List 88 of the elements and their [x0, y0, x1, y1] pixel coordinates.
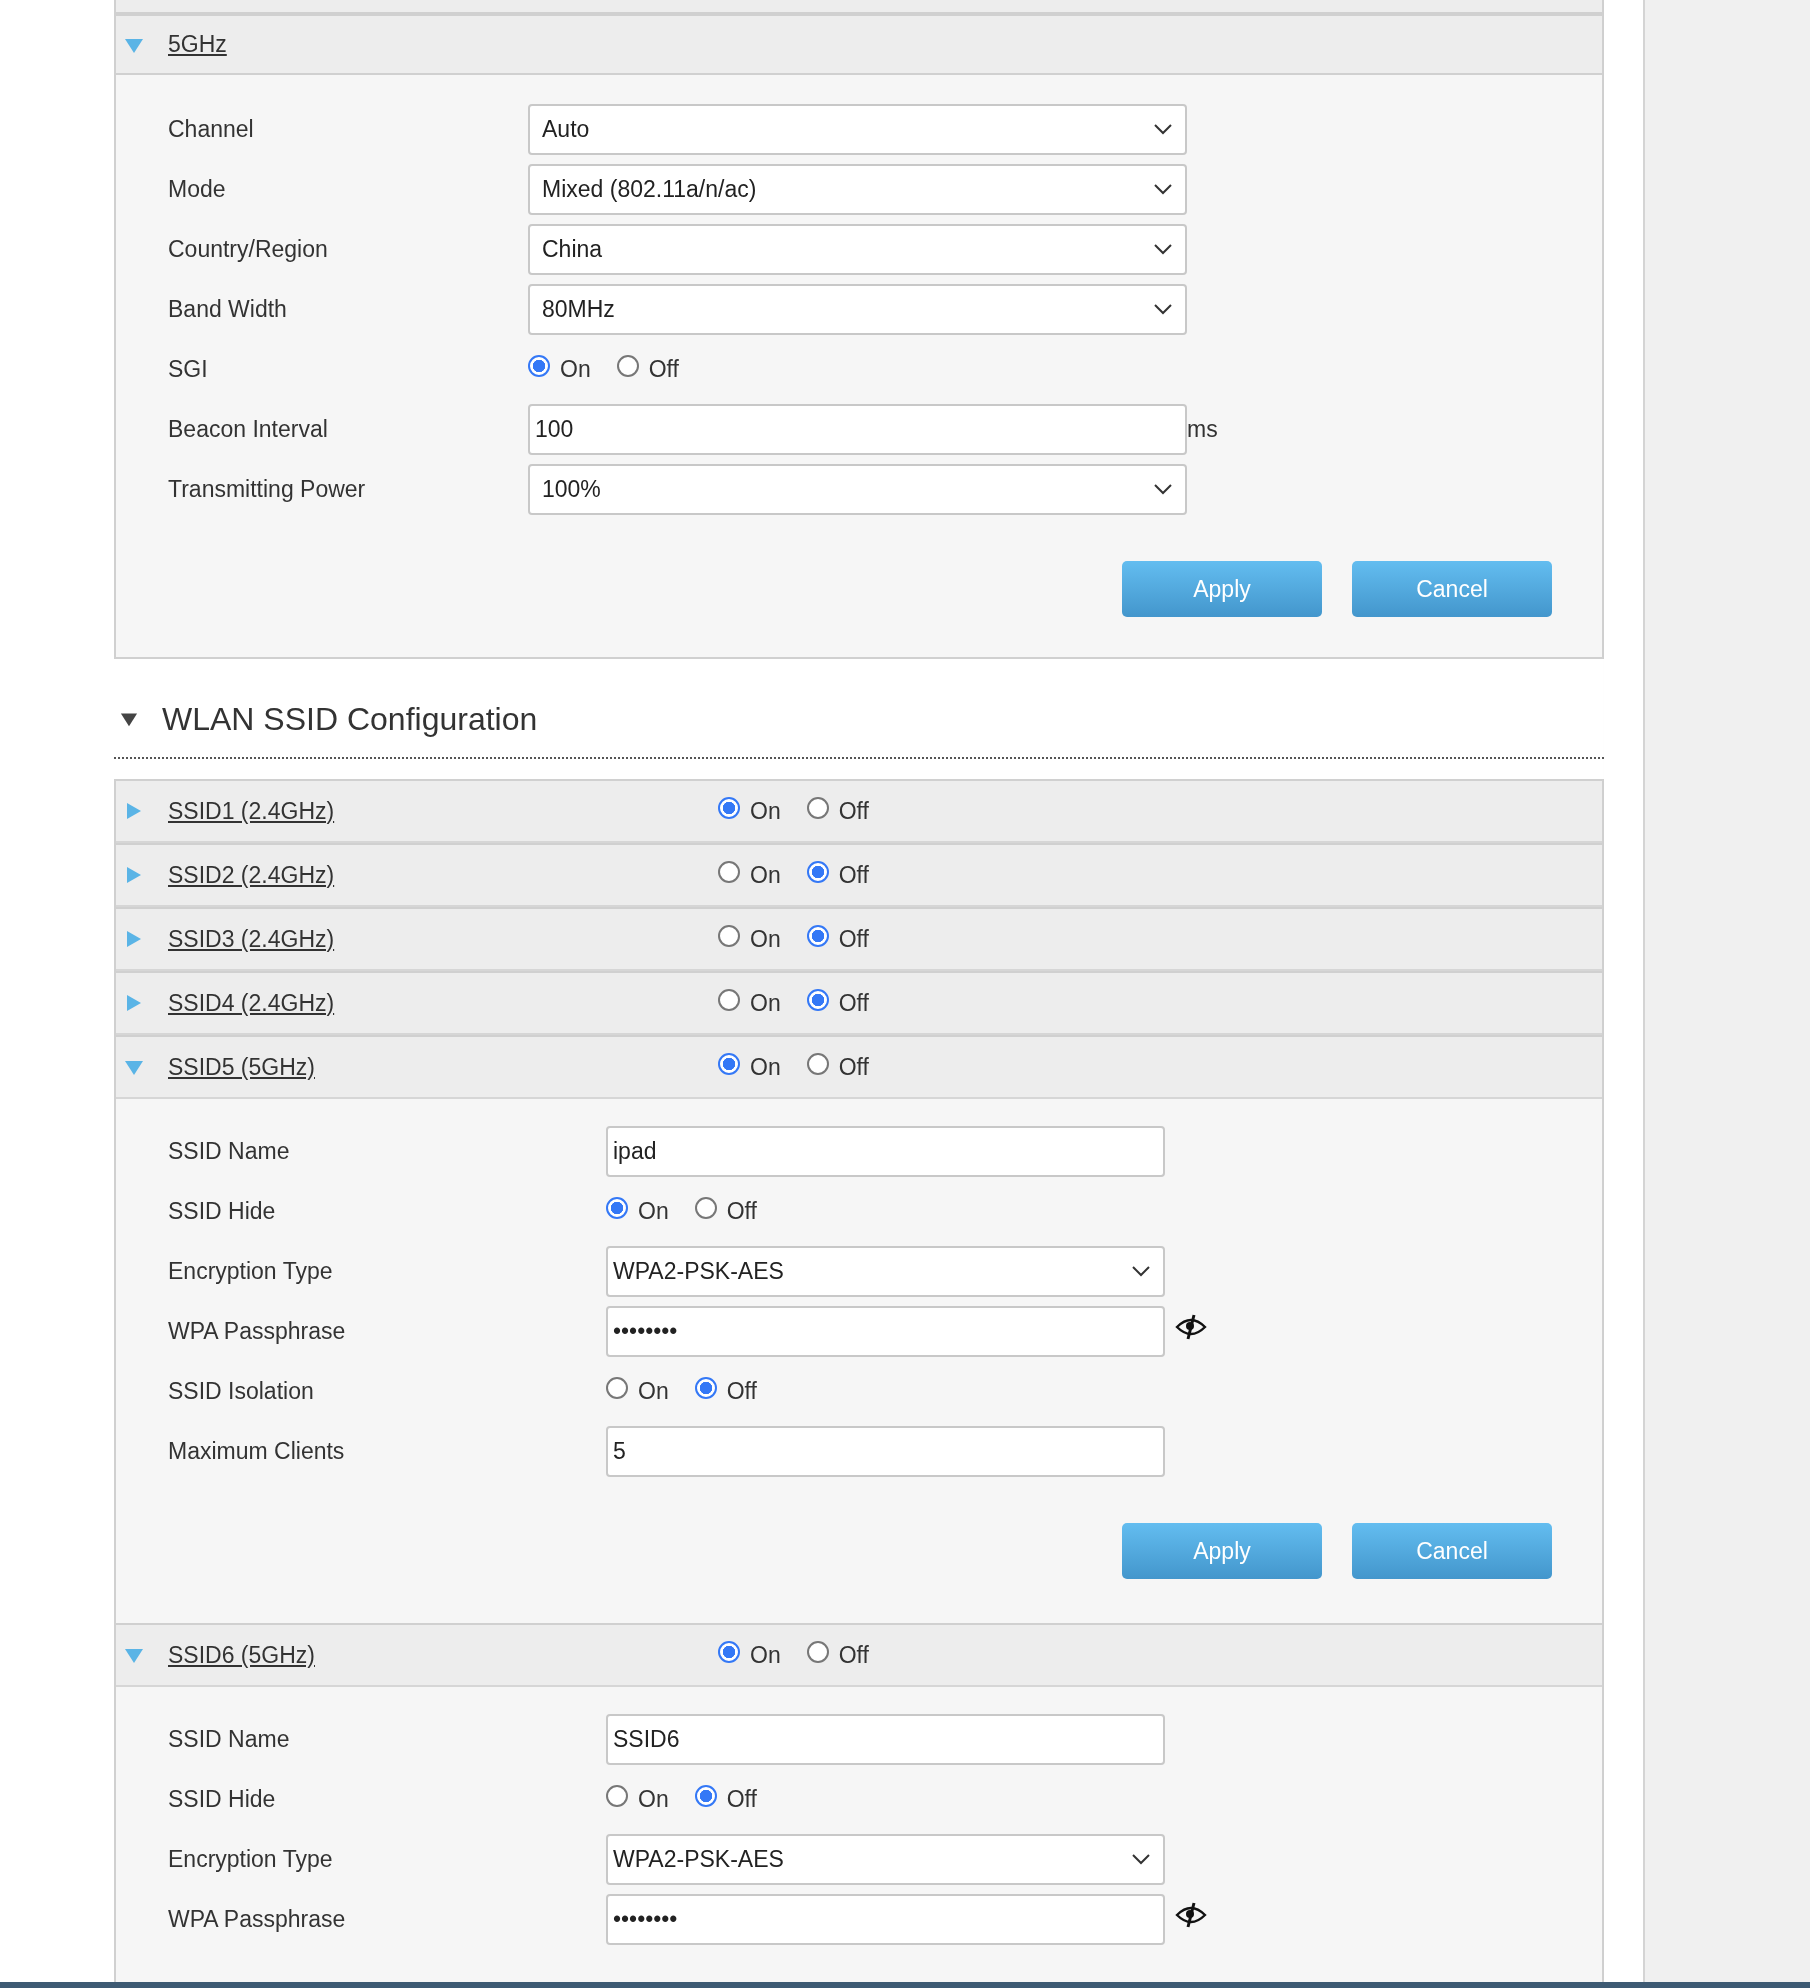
- radio-button[interactable]: [806, 925, 829, 947]
- dropdown[interactable]: Mixed (802.11a/n/ac): [528, 163, 1187, 215]
- field-label: Maximum Clients: [167, 1437, 346, 1465]
- radio-button[interactable]: [806, 861, 829, 883]
- radio-label: On: [750, 1641, 781, 1669]
- radio-label: Off: [726, 1377, 757, 1405]
- text-field[interactable]: SSID6: [606, 1713, 1165, 1765]
- ssid-link[interactable]: SSID6 (5GHz): [168, 1641, 315, 1668]
- dropdown[interactable]: WPA2-PSK-AES: [606, 1833, 1165, 1885]
- field-label: Country/Region: [167, 235, 329, 263]
- field-label: SSID Name: [167, 1725, 291, 1753]
- hidden-eye-icon[interactable]: [1175, 1313, 1207, 1341]
- radio-button[interactable]: [694, 1785, 717, 1807]
- radio-button[interactable]: [718, 989, 740, 1011]
- radio-button[interactable]: [694, 1197, 717, 1219]
- chevron-down-icon[interactable]: [1153, 123, 1173, 135]
- radio-button[interactable]: [718, 861, 740, 883]
- field-label: WPA Passphrase: [167, 1317, 347, 1345]
- field-label: SSID Isolation: [167, 1377, 315, 1405]
- field-label: Channel: [167, 115, 255, 143]
- radio-button[interactable]: [718, 1641, 740, 1663]
- field-label: Band Width: [167, 295, 288, 323]
- radio-label: On: [750, 861, 781, 889]
- field-label: Transmitting Power: [167, 475, 367, 503]
- radio-label: On: [750, 1053, 781, 1081]
- radio-label: On: [750, 989, 781, 1017]
- radio-label: Off: [838, 861, 869, 889]
- section-link[interactable]: 5GHz: [168, 31, 227, 58]
- chevron-down-icon[interactable]: [1153, 183, 1173, 195]
- chevron-down-icon[interactable]: [1153, 303, 1173, 315]
- hidden-eye-icon[interactable]: [1175, 1901, 1207, 1929]
- radio-label: On: [750, 925, 781, 953]
- radio-label: On: [560, 355, 591, 383]
- radio-button[interactable]: [606, 1197, 628, 1219]
- dropdown[interactable]: WPA2-PSK-AES: [606, 1245, 1165, 1297]
- chevron-down-icon[interactable]: [1131, 1265, 1151, 1277]
- radio-button[interactable]: [718, 925, 740, 947]
- text-field[interactable]: 100: [528, 403, 1187, 455]
- text-field[interactable]: 5: [606, 1425, 1165, 1477]
- radio-button[interactable]: [694, 1377, 717, 1399]
- field-label: SGI: [167, 355, 209, 383]
- radio-button[interactable]: [718, 1053, 740, 1075]
- field-label: Encryption Type: [167, 1257, 334, 1285]
- field-label: Beacon Interval: [167, 415, 329, 443]
- section-title: WLAN SSID Configuration: [162, 700, 538, 738]
- radio-label: Off: [726, 1785, 757, 1813]
- radio-label: Off: [838, 797, 869, 825]
- radio-label: On: [750, 797, 781, 825]
- chevron-down-icon[interactable]: [1153, 243, 1173, 255]
- unit-label: ms: [1187, 415, 1218, 443]
- radio-button[interactable]: [806, 1641, 829, 1663]
- field-label: SSID Name: [167, 1137, 291, 1165]
- dropdown[interactable]: Auto: [528, 103, 1187, 155]
- radio-label: Off: [838, 1641, 869, 1669]
- radio-label: On: [638, 1377, 669, 1405]
- password-field[interactable]: ••••••••: [606, 1893, 1165, 1945]
- field-label: SSID Hide: [167, 1197, 277, 1225]
- dropdown[interactable]: China: [528, 223, 1187, 275]
- ssid-link[interactable]: SSID2 (2.4GHz): [168, 861, 335, 888]
- ssid-link[interactable]: SSID3 (2.4GHz): [168, 925, 335, 952]
- radio-label: Off: [648, 355, 679, 383]
- dropdown[interactable]: 80MHz: [528, 283, 1187, 335]
- password-field[interactable]: ••••••••: [606, 1305, 1165, 1357]
- chevron-down-icon[interactable]: [1153, 483, 1173, 495]
- text-field[interactable]: ipad: [606, 1125, 1165, 1177]
- radio-label: On: [638, 1197, 669, 1225]
- radio-label: Off: [726, 1197, 757, 1225]
- radio-label: Off: [838, 925, 869, 953]
- radio-button[interactable]: [806, 797, 829, 819]
- ssid-link[interactable]: SSID5 (5GHz): [168, 1053, 315, 1080]
- radio-button[interactable]: [606, 1785, 628, 1807]
- radio-label: Off: [838, 989, 869, 1017]
- field-label: Encryption Type: [167, 1845, 334, 1873]
- field-label: Mode: [167, 175, 227, 203]
- radio-button[interactable]: [806, 1053, 829, 1075]
- dropdown[interactable]: 100%: [528, 463, 1187, 515]
- radio-label: On: [638, 1785, 669, 1813]
- radio-button[interactable]: [528, 355, 550, 377]
- field-label: SSID Hide: [167, 1785, 277, 1813]
- radio-button[interactable]: [806, 989, 829, 1011]
- field-label: WPA Passphrase: [167, 1905, 347, 1933]
- radio-button[interactable]: [616, 355, 639, 377]
- radio-label: Off: [838, 1053, 869, 1081]
- radio-button[interactable]: [606, 1377, 628, 1399]
- chevron-down-icon[interactable]: [1131, 1853, 1151, 1865]
- ssid-link[interactable]: SSID1 (2.4GHz): [168, 797, 335, 824]
- ssid-link[interactable]: SSID4 (2.4GHz): [168, 989, 335, 1016]
- radio-button[interactable]: [718, 797, 740, 819]
